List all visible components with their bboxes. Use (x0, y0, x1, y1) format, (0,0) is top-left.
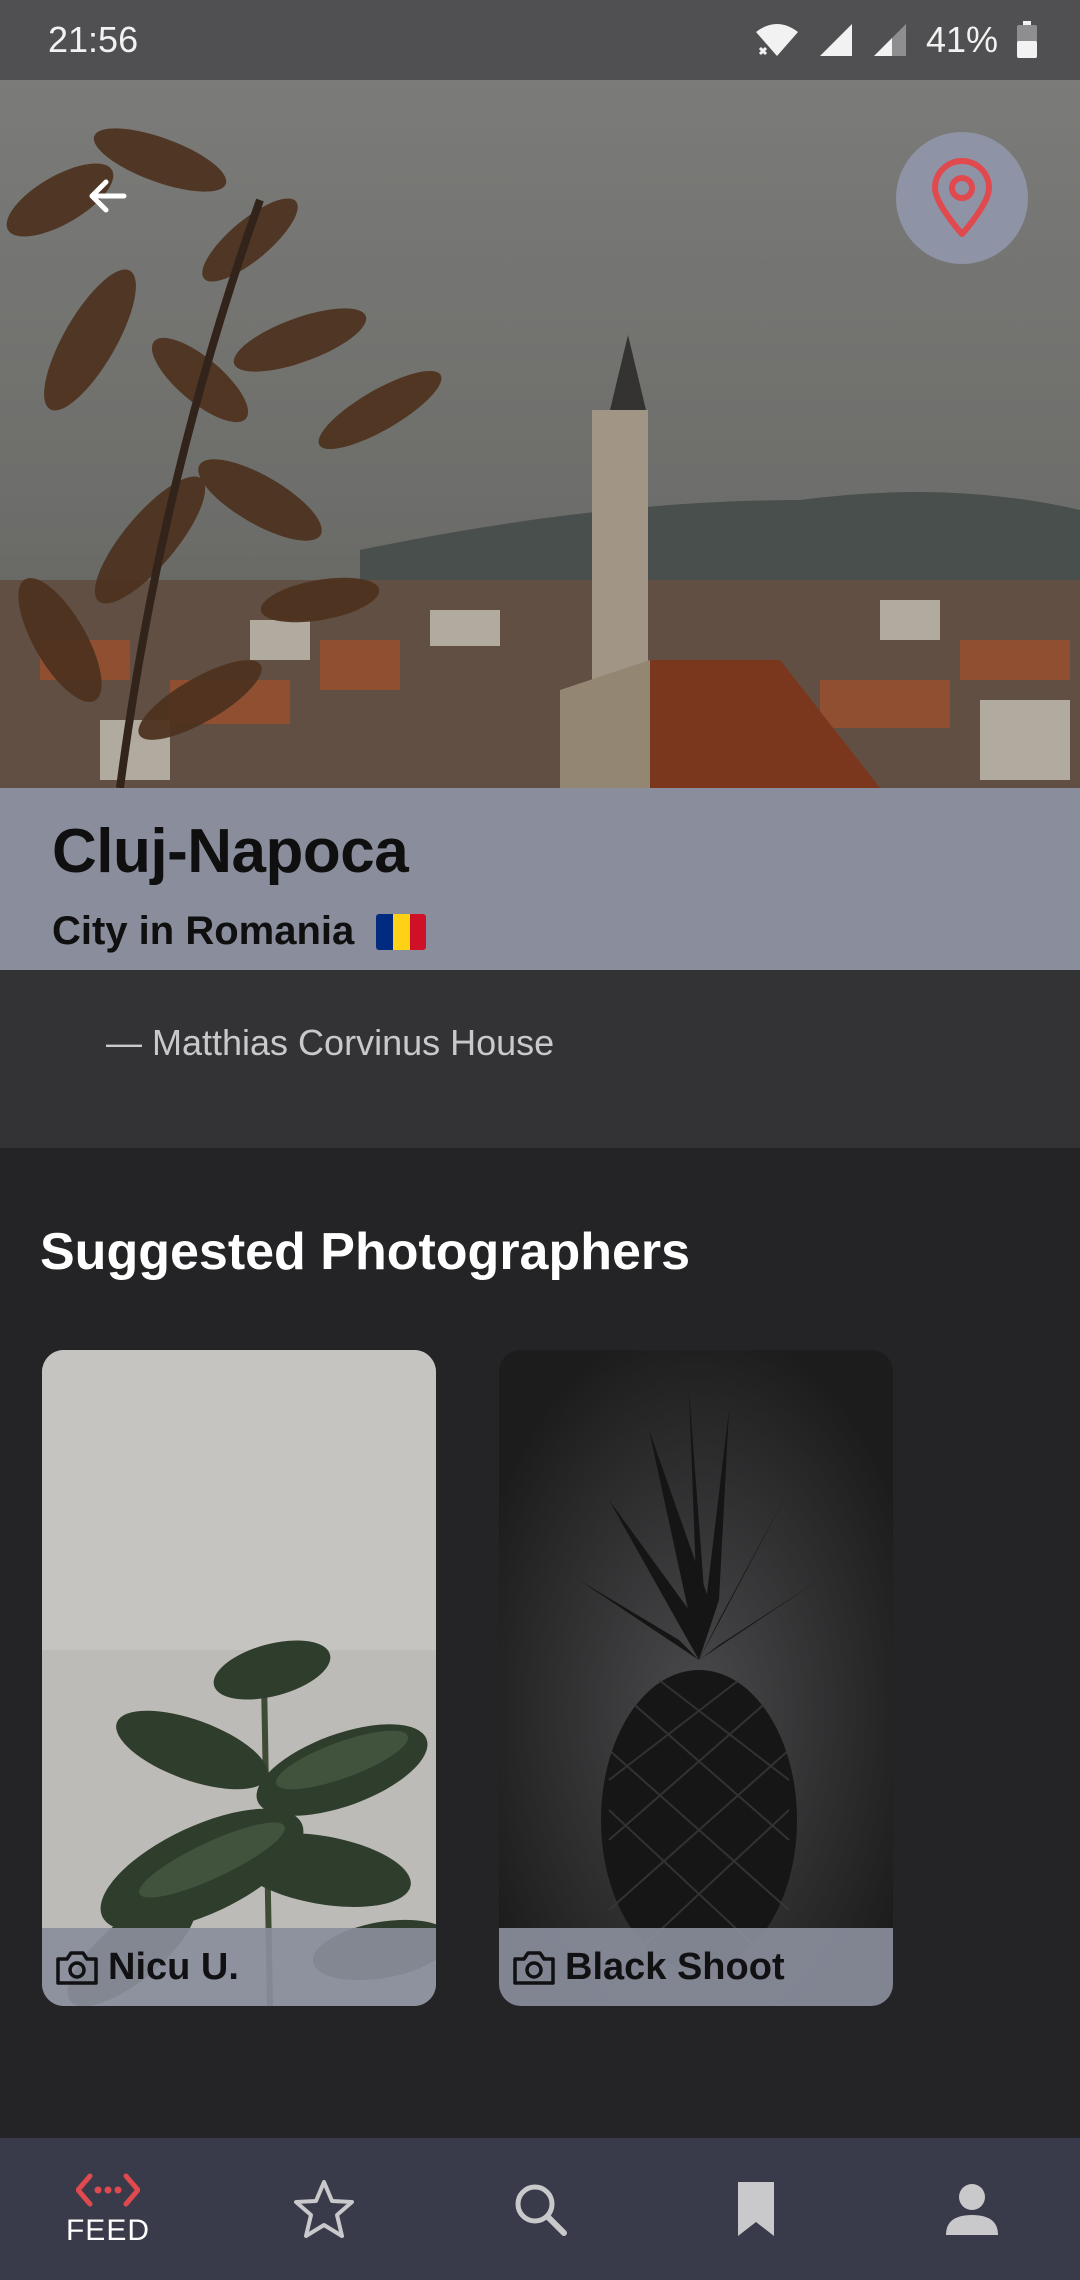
nav-item-search[interactable] (460, 2138, 620, 2280)
landmark-quote: — Matthias Corvinus House (0, 970, 1080, 1148)
wifi-icon (755, 24, 798, 56)
status-time: 21:56 (48, 19, 139, 60)
bookmark-icon (738, 2182, 774, 2236)
card-footer: Nicu U. (42, 1928, 436, 2006)
camera-icon (513, 1951, 555, 1985)
signal-weak-icon (873, 24, 906, 56)
pineapple-photo (499, 1350, 893, 2006)
city-subtitle: City in Romania (52, 909, 355, 953)
battery-icon (1017, 21, 1037, 58)
romania-flag-icon (376, 913, 427, 950)
photographer-card[interactable]: Black Shoot (499, 1350, 893, 2006)
city-header: Cluj-Napoca City in Romania (0, 788, 1080, 970)
battery-percent: 41% (925, 19, 998, 60)
nav-item-feed[interactable]: FEED (28, 2138, 188, 2280)
photographer-card[interactable]: Nicu U. (42, 1350, 436, 2006)
bottom-nav: FEED (0, 2138, 1080, 2280)
photographer-name: Nicu U. (108, 1945, 239, 1988)
status-icons: 41% (754, 19, 1038, 61)
map-button[interactable] (896, 132, 1028, 264)
city-name: Cluj-Napoca (52, 817, 409, 886)
status-bar: 21:56 41% (0, 0, 1080, 80)
location-pin-icon (932, 158, 992, 237)
screen: 21:56 41% Cluj-Napoca City in Romania — … (0, 0, 1080, 2280)
nav-label-feed: FEED (65, 2214, 150, 2247)
signal-icon (819, 24, 852, 56)
city-subtitle-row: City in Romania (52, 909, 1028, 954)
back-button[interactable] (70, 158, 146, 234)
camera-icon (56, 1951, 98, 1985)
section-title: Suggested Photographers (40, 1223, 691, 1281)
card-footer: Black Shoot (499, 1928, 893, 2006)
nav-item-favorites[interactable] (244, 2138, 404, 2280)
arrow-left-icon (89, 179, 127, 213)
landmark-text: — Matthias Corvinus House (106, 1022, 555, 1063)
nav-item-saved[interactable] (676, 2138, 836, 2280)
photographer-name: Black Shoot (565, 1945, 785, 1988)
search-icon (515, 2184, 567, 2236)
person-icon (946, 2184, 998, 2235)
nav-item-profile[interactable] (892, 2138, 1052, 2280)
star-icon (294, 2180, 354, 2238)
feed-code-icon (76, 2173, 140, 2207)
hero-image (0, 80, 1080, 788)
plant-photo (42, 1350, 436, 2006)
